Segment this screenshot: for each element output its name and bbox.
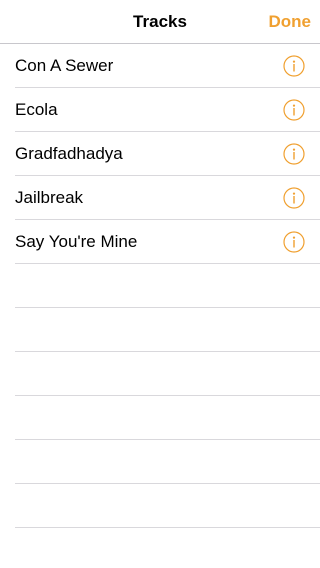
track-label: Say You're Mine: [15, 232, 138, 251]
track-list: Con A Sewer Ecola Gradfadhadya Jailbreak…: [0, 44, 320, 528]
list-item[interactable]: Ecola: [0, 88, 320, 132]
track-label: Con A Sewer: [15, 56, 114, 75]
list-item[interactable]: Say You're Mine: [0, 220, 320, 264]
done-button[interactable]: Done: [269, 12, 312, 32]
empty-row: [0, 352, 320, 396]
empty-row: [0, 484, 320, 528]
list-item[interactable]: Jailbreak: [0, 176, 320, 220]
info-icon[interactable]: [283, 55, 305, 77]
track-label: Jailbreak: [15, 188, 84, 207]
tracks-screen: Tracks Done Con A Sewer Ecola Gradfadhad…: [0, 0, 320, 568]
info-icon[interactable]: [283, 143, 305, 165]
navigation-bar: Tracks Done: [0, 0, 320, 44]
info-icon[interactable]: [283, 231, 305, 253]
empty-row: [0, 264, 320, 308]
empty-row: [0, 396, 320, 440]
info-icon[interactable]: [283, 99, 305, 121]
track-label: Ecola: [15, 100, 58, 119]
list-item[interactable]: Gradfadhadya: [0, 132, 320, 176]
info-icon[interactable]: [283, 187, 305, 209]
empty-row: [0, 308, 320, 352]
list-item[interactable]: Con A Sewer: [0, 44, 320, 88]
empty-row: [0, 440, 320, 484]
track-label: Gradfadhadya: [15, 144, 123, 163]
